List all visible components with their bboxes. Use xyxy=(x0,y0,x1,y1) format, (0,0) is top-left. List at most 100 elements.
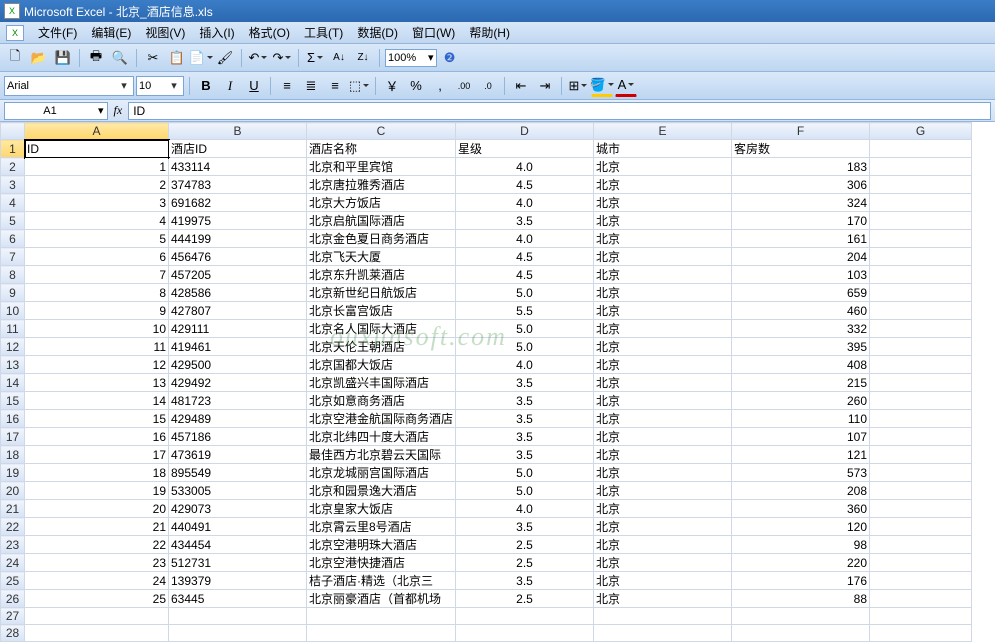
cell[interactable] xyxy=(732,608,870,625)
cell[interactable]: 512731 xyxy=(169,554,307,572)
cell[interactable]: 北京名人国际大酒店 xyxy=(307,320,456,338)
borders-icon[interactable]: ⊞ xyxy=(567,75,589,97)
cell[interactable]: 3.5 xyxy=(456,410,594,428)
align-left-icon[interactable]: ≡ xyxy=(276,75,298,97)
cell[interactable]: 20 xyxy=(25,500,169,518)
row-header[interactable]: 15 xyxy=(1,392,25,410)
cell[interactable]: 456476 xyxy=(169,248,307,266)
cell[interactable]: 北京和园景逸大酒店 xyxy=(307,482,456,500)
cell[interactable] xyxy=(870,410,972,428)
cell[interactable]: 北京丽豪酒店（首都机场 xyxy=(307,590,456,608)
cell[interactable]: 434454 xyxy=(169,536,307,554)
cell[interactable]: 121 xyxy=(732,446,870,464)
cell[interactable]: 103 xyxy=(732,266,870,284)
menu-item[interactable]: 工具(T) xyxy=(298,22,349,43)
cell[interactable]: 北京 xyxy=(594,536,732,554)
cell[interactable]: 北京 xyxy=(594,410,732,428)
cell[interactable]: 北京龙城丽宫国际酒店 xyxy=(307,464,456,482)
cell[interactable]: 5.0 xyxy=(456,482,594,500)
cell[interactable]: 220 xyxy=(732,554,870,572)
underline-button[interactable]: U xyxy=(243,75,265,97)
preview-icon[interactable]: 🔍 xyxy=(109,47,131,69)
cell[interactable]: 北京 xyxy=(594,266,732,284)
column-header[interactable]: E xyxy=(594,123,732,140)
cut-icon[interactable]: ✂ xyxy=(142,47,164,69)
cell[interactable] xyxy=(307,608,456,625)
cell[interactable]: 360 xyxy=(732,500,870,518)
row-header[interactable]: 4 xyxy=(1,194,25,212)
cell[interactable] xyxy=(870,248,972,266)
cell[interactable]: 北京飞天大厦 xyxy=(307,248,456,266)
cell[interactable]: 北京东升凯莱酒店 xyxy=(307,266,456,284)
cell[interactable] xyxy=(870,212,972,230)
cell[interactable]: 星级 xyxy=(456,140,594,158)
cell[interactable]: 98 xyxy=(732,536,870,554)
cell[interactable] xyxy=(870,230,972,248)
cell[interactable]: 北京长富宫饭店 xyxy=(307,302,456,320)
font-color-icon[interactable]: A xyxy=(615,75,637,97)
cell[interactable]: 北京 xyxy=(594,284,732,302)
row-header[interactable]: 18 xyxy=(1,446,25,464)
cell[interactable] xyxy=(870,140,972,158)
cell[interactable]: 110 xyxy=(732,410,870,428)
cell[interactable]: 北京 xyxy=(594,446,732,464)
align-right-icon[interactable]: ≡ xyxy=(324,75,346,97)
cell[interactable]: 1 xyxy=(25,158,169,176)
cell[interactable]: 5.0 xyxy=(456,464,594,482)
chevron-down-icon[interactable]: ▾ xyxy=(428,51,434,64)
cell[interactable]: 北京 xyxy=(594,248,732,266)
cell[interactable]: 北京如意商务酒店 xyxy=(307,392,456,410)
cell[interactable]: 北京 xyxy=(594,356,732,374)
save-icon[interactable]: 💾 xyxy=(52,47,74,69)
cell[interactable]: 北京 xyxy=(594,230,732,248)
cell[interactable]: 北京 xyxy=(594,392,732,410)
cell[interactable]: 21 xyxy=(25,518,169,536)
cell[interactable]: 北京国都大饭店 xyxy=(307,356,456,374)
cell[interactable]: 北京空港明珠大酒店 xyxy=(307,536,456,554)
name-box-input[interactable] xyxy=(5,105,95,117)
cell[interactable] xyxy=(870,356,972,374)
cell[interactable] xyxy=(307,625,456,642)
cell[interactable]: 3.5 xyxy=(456,392,594,410)
chevron-down-icon[interactable]: ▾ xyxy=(95,104,107,117)
row-header[interactable]: 28 xyxy=(1,625,25,642)
cell[interactable]: 161 xyxy=(732,230,870,248)
cell[interactable] xyxy=(169,608,307,625)
fx-icon[interactable]: fx xyxy=(114,103,123,118)
format-painter-icon[interactable]: 🖌 xyxy=(214,47,236,69)
cell[interactable] xyxy=(870,608,972,625)
percent-icon[interactable]: % xyxy=(405,75,427,97)
cell[interactable]: 444199 xyxy=(169,230,307,248)
cell[interactable]: 24 xyxy=(25,572,169,590)
cell[interactable]: 10 xyxy=(25,320,169,338)
cell[interactable] xyxy=(870,590,972,608)
cell[interactable]: 2.5 xyxy=(456,590,594,608)
cell[interactable] xyxy=(169,625,307,642)
cell[interactable]: 176 xyxy=(732,572,870,590)
new-icon[interactable]: 🗋 xyxy=(4,47,26,69)
cell[interactable]: 北京和平里宾馆 xyxy=(307,158,456,176)
cell[interactable]: 260 xyxy=(732,392,870,410)
cell[interactable] xyxy=(870,482,972,500)
cell[interactable]: 139379 xyxy=(169,572,307,590)
undo-icon[interactable]: ↶ xyxy=(247,47,269,69)
cell[interactable]: 3.5 xyxy=(456,446,594,464)
cell[interactable]: 4.0 xyxy=(456,356,594,374)
cell[interactable]: 北京空港快捷酒店 xyxy=(307,554,456,572)
cell[interactable]: 8 xyxy=(25,284,169,302)
menu-item[interactable]: 格式(O) xyxy=(243,22,296,43)
cell[interactable] xyxy=(870,446,972,464)
menu-item[interactable]: 视图(V) xyxy=(139,22,191,43)
cell[interactable]: 433114 xyxy=(169,158,307,176)
row-header[interactable]: 7 xyxy=(1,248,25,266)
column-header[interactable]: G xyxy=(870,123,972,140)
sort-asc-icon[interactable]: A↓ xyxy=(328,47,350,69)
row-header[interactable]: 17 xyxy=(1,428,25,446)
menu-item[interactable]: 编辑(E) xyxy=(85,22,137,43)
row-header[interactable]: 5 xyxy=(1,212,25,230)
cell[interactable]: 北京皇家大饭店 xyxy=(307,500,456,518)
cell[interactable]: 北京凯盛兴丰国际酒店 xyxy=(307,374,456,392)
cell[interactable]: 北京 xyxy=(594,374,732,392)
decrease-decimal-icon[interactable]: .0 xyxy=(477,75,499,97)
cell[interactable]: 北京 xyxy=(594,572,732,590)
